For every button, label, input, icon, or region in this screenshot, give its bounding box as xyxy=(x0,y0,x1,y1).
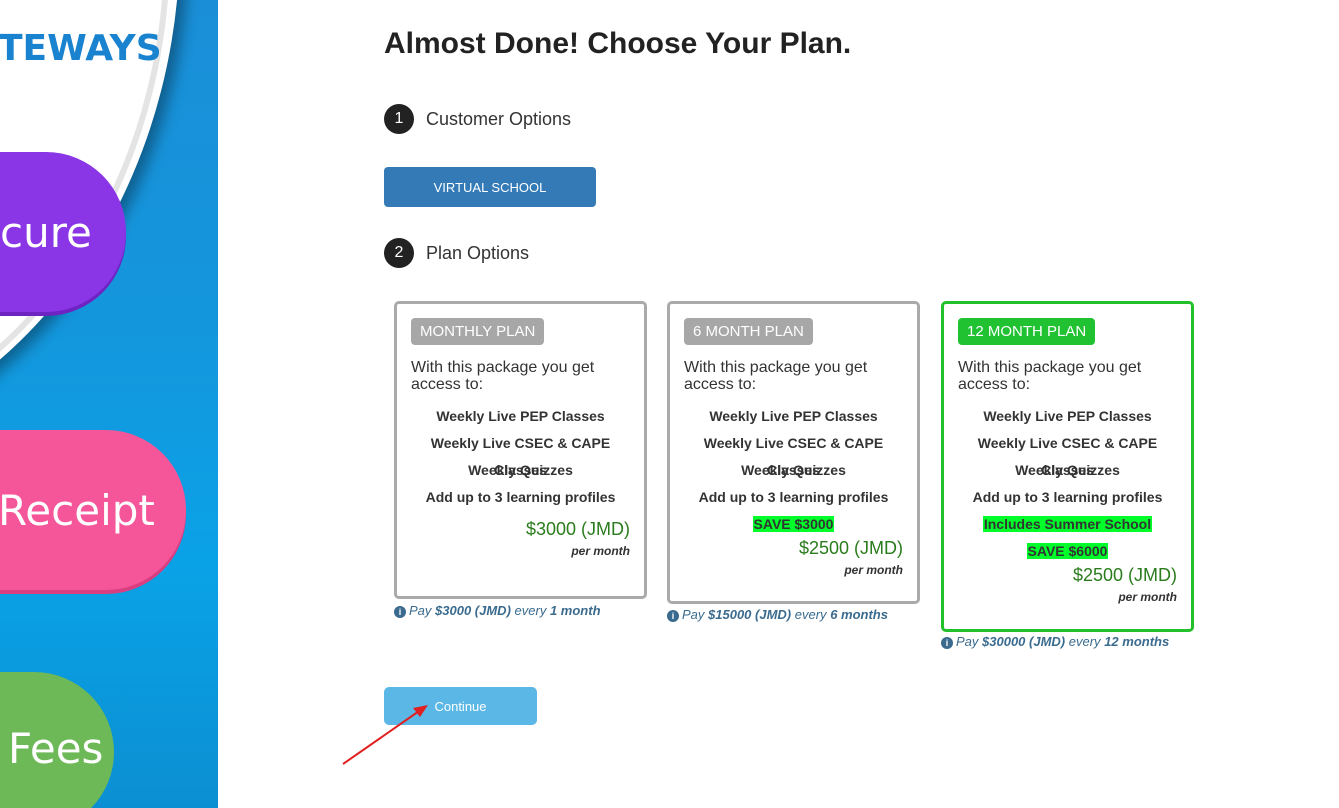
step-number: 2 xyxy=(384,238,414,268)
plan-intro: With this package you get access to: xyxy=(958,359,1142,393)
pay-every: every xyxy=(1068,634,1101,649)
pay-every: every xyxy=(794,607,827,622)
plan-price: $3000 (JMD) xyxy=(525,519,630,539)
plan-price: $2500 (JMD) xyxy=(1072,565,1177,585)
plan-intro: With this package you get access to: xyxy=(411,359,595,393)
banner-pill-receipt: Receipt xyxy=(0,430,186,590)
feature-item: Weekly Live CSEC & CAPE Classes xyxy=(430,435,611,478)
plan-price: $2500 (JMD) xyxy=(798,538,903,558)
pay-prefix: Pay xyxy=(956,634,979,649)
payment-info: i Pay $3000 (JMD) every 1 month xyxy=(394,603,601,618)
pill-label: cure xyxy=(0,207,92,257)
feature-item: Weekly Live CSEC & CAPE Classes xyxy=(977,435,1158,478)
savings-text: SAVE $6000 xyxy=(1026,543,1109,559)
feature-item: Weekly Live PEP Classes xyxy=(983,408,1152,424)
feature-item: Weekly Live PEP Classes xyxy=(436,408,605,424)
pay-every: every xyxy=(514,603,547,618)
feature-item: Weekly Quizzes xyxy=(468,462,573,478)
plan-price-period: per month xyxy=(1118,590,1177,604)
feature-list: Weekly Live PEP Classes Weekly Live CSEC… xyxy=(411,403,630,511)
plan-badge: MONTHLY PLAN xyxy=(411,318,545,345)
feature-item: Add up to 3 learning profiles xyxy=(425,489,616,505)
step-label: Customer Options xyxy=(426,108,572,129)
feature-item: Weekly Live CSEC & CAPE Classes xyxy=(703,435,884,478)
step-number: 1 xyxy=(384,104,414,134)
step-plan-options: 2 Plan Options xyxy=(384,238,529,268)
virtual-school-button[interactable]: VIRTUAL SCHOOL xyxy=(384,167,596,207)
payment-info: i Pay $30000 (JMD) every 12 months xyxy=(941,634,1169,649)
plan-price-period: per month xyxy=(844,563,903,577)
savings-badge: SAVE $3000 xyxy=(684,511,903,538)
step-customer-options: 1 Customer Options xyxy=(384,104,571,134)
plan-badge: 6 MONTH PLAN xyxy=(684,318,813,345)
savings-badge: SAVE $6000 xyxy=(958,538,1177,565)
info-icon: i xyxy=(394,606,406,618)
pill-label: Fees xyxy=(8,723,104,773)
annotation-arrow-icon xyxy=(342,705,428,765)
pay-prefix: Pay xyxy=(409,603,432,618)
pay-period: 12 months xyxy=(1104,634,1170,649)
step-label: Plan Options xyxy=(426,242,530,263)
feature-item: Add up to 3 learning profiles xyxy=(698,489,889,505)
pay-amount: $3000 (JMD) xyxy=(435,603,511,618)
feature-item: Weekly Live PEP Classes xyxy=(709,408,878,424)
info-icon: i xyxy=(667,610,679,622)
info-icon: i xyxy=(941,637,953,649)
side-banner: TEWAYS cure Receipt Fees xyxy=(0,0,218,808)
feature-list: Weekly Live PEP Classes Weekly Live CSEC… xyxy=(958,403,1177,565)
feature-item: Weekly Quizzes xyxy=(741,462,846,478)
payment-info: i Pay $15000 (JMD) every 6 months xyxy=(667,607,888,622)
plan-card-monthly[interactable]: MONTHLY PLAN With this package you get a… xyxy=(394,301,647,599)
feature-item: Add up to 3 learning profiles xyxy=(972,489,1163,505)
plan-card-6-month[interactable]: 6 MONTH PLAN With this package you get a… xyxy=(667,301,920,604)
pay-period: 6 months xyxy=(830,607,888,622)
plan-card-12-month[interactable]: 12 MONTH PLAN With this package you get … xyxy=(941,301,1194,632)
plan-intro: With this package you get access to: xyxy=(684,359,868,393)
brand-logo-text: TEWAYS xyxy=(0,28,162,69)
savings-text: SAVE $3000 xyxy=(752,516,835,532)
pay-amount: $15000 (JMD) xyxy=(708,607,792,622)
highlight-text: Includes Summer School xyxy=(982,516,1153,532)
feature-item: Weekly Quizzes xyxy=(1015,462,1120,478)
pill-label: Receipt xyxy=(0,485,155,535)
page-title: Almost Done! Choose Your Plan. xyxy=(384,27,852,60)
feature-list: Weekly Live PEP Classes Weekly Live CSEC… xyxy=(684,403,903,538)
banner-pill-fees: Fees xyxy=(0,672,114,808)
plan-badge: 12 MONTH PLAN xyxy=(958,318,1096,345)
pay-amount: $30000 (JMD) xyxy=(982,634,1066,649)
plan-price-period: per month xyxy=(571,544,630,558)
pay-period: 1 month xyxy=(549,603,601,618)
pay-prefix: Pay xyxy=(682,607,705,622)
summer-school-badge: Includes Summer School xyxy=(958,511,1177,538)
